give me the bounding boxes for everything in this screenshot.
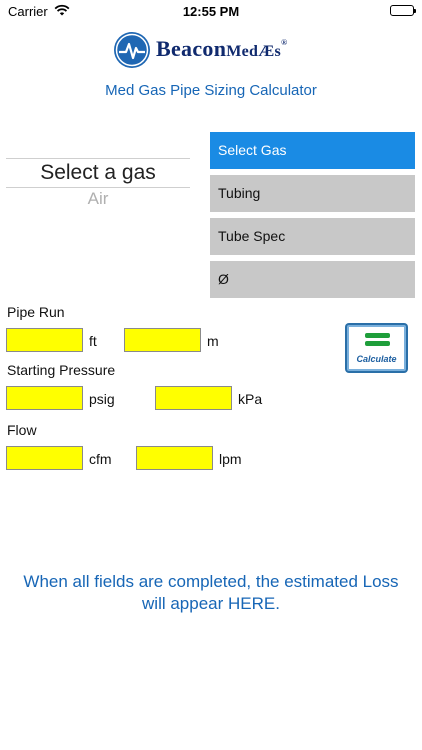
page-subtitle: Med Gas Pipe Sizing Calculator [105, 82, 317, 99]
diameter-button[interactable]: Ø [210, 261, 415, 298]
picker-next-option[interactable]: Air [6, 188, 190, 210]
flow-label: Flow [7, 422, 37, 438]
psig-unit-label: psig [89, 391, 115, 407]
battery-icon [390, 5, 416, 16]
heartbeat-logo-icon [114, 32, 150, 68]
starting-pressure-label: Starting Pressure [7, 362, 116, 378]
flow-cfm-input[interactable] [6, 446, 83, 470]
brand-logo: BeaconMedÆs® [112, 28, 312, 74]
pipe-run-m-input[interactable] [124, 328, 201, 352]
result-message: When all fields are completed, the estim… [23, 572, 399, 613]
tubing-button[interactable]: Tubing [210, 175, 415, 212]
flow-lpm-input[interactable] [136, 446, 213, 470]
pipe-run-label: Pipe Run [7, 304, 65, 320]
calculate-label: Calculate [356, 354, 397, 364]
clock: 12:55 PM [182, 4, 240, 19]
calculate-button[interactable]: Calculate [345, 323, 408, 373]
status-bar: Carrier 12:55 PM [0, 0, 422, 24]
select-gas-button[interactable]: Select Gas [210, 132, 415, 169]
pressure-kpa-input[interactable] [155, 386, 232, 410]
lpm-unit-label: lpm [219, 451, 242, 467]
m-unit-label: m [207, 333, 219, 349]
cfm-unit-label: cfm [89, 451, 112, 467]
kpa-unit-label: kPa [238, 391, 263, 407]
pipe-run-ft-input[interactable] [6, 328, 83, 352]
pressure-psig-input[interactable] [6, 386, 83, 410]
picker-selected-value[interactable]: Select a gas [6, 159, 190, 187]
gas-picker[interactable]: Select a gas Air [6, 158, 190, 210]
brand-name: BeaconMedÆs® [156, 36, 288, 61]
tube-spec-button[interactable]: Tube Spec [210, 218, 415, 255]
ft-unit-label: ft [89, 333, 97, 349]
equals-icon [365, 333, 390, 338]
